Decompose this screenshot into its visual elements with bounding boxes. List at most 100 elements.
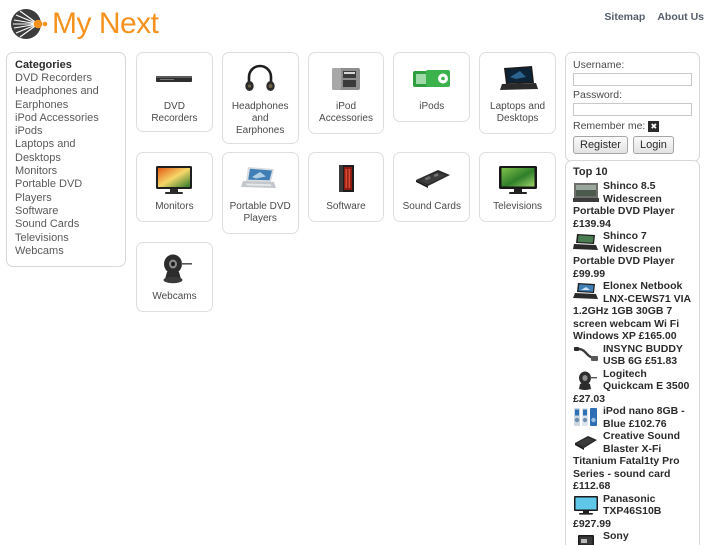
- top-10-item[interactable]: Creative Sound Blaster X-Fi Titanium Fat…: [573, 430, 692, 493]
- category-list: DVD Recorders Headphones and Earphones i…: [15, 72, 117, 258]
- top-10-title: Top 10: [573, 166, 608, 178]
- item-name: Sony KDL26S5500U: [603, 530, 674, 545]
- tile-monitors[interactable]: Monitors: [136, 152, 213, 222]
- page-header: My Next Sitemap About Us: [0, 0, 727, 46]
- item-price: £99.99: [573, 267, 606, 280]
- top-10-item[interactable]: Sony KDL26S5500U £399.00: [573, 530, 692, 545]
- item-name: Logitech Quickcam E 3500: [603, 367, 690, 393]
- tile-row: Webcams: [136, 242, 556, 312]
- tile-label: Webcams: [152, 291, 197, 302]
- tile-televisions[interactable]: Televisions: [479, 152, 556, 222]
- netbook-thumb-icon: [573, 283, 598, 299]
- item-price: £139.94: [573, 217, 611, 230]
- tile-software[interactable]: Software: [307, 152, 385, 222]
- item-price: £102.76: [628, 417, 667, 430]
- tile-webcams[interactable]: Webcams: [136, 242, 213, 312]
- sidebar-item-sound-cards[interactable]: Sound Cards: [15, 218, 117, 231]
- tile-label: Sound Cards: [402, 201, 461, 212]
- television-thumb-icon: [578, 535, 594, 545]
- ipod-nano-thumb-icon: [574, 408, 597, 426]
- tile-row: DVD Recorders Headphones and Earphones i…: [136, 52, 556, 144]
- top-10-panel: Top 10 Shinco 8.5 Widescreen Portable DV…: [565, 160, 700, 545]
- item-name: Panasonic TXP46S10B: [603, 492, 662, 518]
- top-10-item[interactable]: Shinco 8.5 Widescreen Portable DVD Playe…: [573, 180, 692, 230]
- tile-ipods[interactable]: iPods: [393, 52, 471, 122]
- top-10-item[interactable]: INSYNC BUDDY USB 6G £51.83: [573, 343, 692, 368]
- nav-link-about-us[interactable]: About Us: [657, 11, 704, 23]
- top-10-item[interactable]: Panasonic TXP46S10B £927.99: [573, 493, 692, 531]
- top-navigation: Sitemap About Us: [595, 11, 704, 23]
- sidebar-item-televisions[interactable]: Televisions: [15, 232, 117, 245]
- logo[interactable]: My Next: [8, 4, 159, 44]
- remember-me-checkbox[interactable]: ✖: [648, 120, 660, 132]
- item-price: £927.99: [573, 517, 611, 530]
- top-10-item[interactable]: Shinco 7 Widescreen Portable DVD Player …: [573, 230, 692, 280]
- dvd-recorder-icon: [151, 62, 197, 96]
- headphones-icon: [243, 62, 277, 96]
- sidebar-item-ipod-accessories[interactable]: iPod Accessories: [15, 112, 117, 125]
- sidebar-item-dvd-recorders[interactable]: DVD Recorders: [15, 72, 117, 85]
- top-10-item[interactable]: Elonex Netbook LNX-CEWS71 VIA 1.2GHz 1GB…: [573, 280, 692, 343]
- register-button[interactable]: Register: [573, 136, 628, 154]
- sidebar-title: Categories: [15, 59, 72, 71]
- top-10-item[interactable]: iPod nano 8GB - Blue £102.76: [573, 405, 692, 430]
- tile-dvd-recorders[interactable]: DVD Recorders: [136, 52, 213, 132]
- tile-label: Monitors: [155, 201, 194, 212]
- brand-name: My Next: [52, 7, 159, 40]
- starburst-logo-icon: [8, 4, 48, 44]
- portable-dvd-thumb-icon: [573, 183, 599, 202]
- webcam-thumb-icon: [579, 371, 597, 390]
- username-label: Username:: [573, 59, 625, 71]
- login-button[interactable]: Login: [632, 136, 674, 154]
- username-input[interactable]: [573, 73, 692, 86]
- tile-label: DVD Recorders: [151, 101, 198, 124]
- sidebar-item-headphones-and-earphones[interactable]: Headphones and Earphones: [15, 85, 117, 112]
- ipod-icon: [410, 62, 454, 96]
- sound-card-icon: [410, 162, 454, 196]
- remember-me-label: Remember me:: [573, 120, 646, 132]
- remember-me-row: Remember me: ✖: [573, 120, 692, 132]
- item-price: £27.03: [573, 392, 606, 405]
- tile-label: iPods: [419, 101, 445, 112]
- item-price: £51.83: [645, 355, 678, 367]
- ipod-dock-icon: [328, 62, 364, 96]
- password-input[interactable]: [573, 103, 692, 116]
- item-price: £112.68: [573, 480, 611, 492]
- tile-label: Televisions: [493, 201, 543, 212]
- sidebar-item-software[interactable]: Software: [15, 205, 117, 218]
- nav-link-sitemap[interactable]: Sitemap: [604, 11, 645, 23]
- category-tile-grid: DVD Recorders Headphones and Earphones i…: [136, 52, 556, 320]
- tile-sound-cards[interactable]: Sound Cards: [393, 152, 471, 222]
- television-icon: [496, 162, 540, 196]
- monitor-icon: [153, 162, 195, 196]
- portable-dvd-thumb-icon: [573, 234, 598, 250]
- login-buttons: Register Login: [573, 136, 692, 154]
- usb-adapter-thumb-icon: [574, 346, 598, 361]
- tile-label: iPod Accessories: [319, 101, 373, 124]
- sidebar-item-ipods[interactable]: iPods: [15, 125, 117, 138]
- sound-card-thumb-icon: [575, 436, 597, 450]
- item-price: £165.00: [638, 330, 677, 342]
- sidebar-item-portable-dvd-players[interactable]: Portable DVD Players: [15, 178, 117, 205]
- tile-headphones-and-earphones[interactable]: Headphones and Earphones: [221, 52, 299, 144]
- tile-label: Portable DVD Players: [229, 201, 291, 224]
- top-10-item[interactable]: Logitech Quickcam E 3500 £27.03: [573, 368, 692, 406]
- tile-row: Monitors Portable DVD Players Software S…: [136, 152, 556, 234]
- tile-label: Headphones and Earphones: [231, 101, 289, 136]
- tile-portable-dvd-players[interactable]: Portable DVD Players: [221, 152, 299, 234]
- portable-dvd-icon: [238, 162, 282, 196]
- software-box-icon: [331, 162, 361, 196]
- categories-sidebar: Categories DVD Recorders Headphones and …: [6, 52, 126, 268]
- sidebar-item-monitors[interactable]: Monitors: [15, 165, 117, 178]
- sidebar-item-laptops-and-desktops[interactable]: Laptops and Desktops: [15, 138, 117, 165]
- laptop-icon: [496, 62, 540, 96]
- password-label: Password:: [573, 89, 623, 101]
- tile-label: Laptops and Desktops: [490, 101, 546, 124]
- login-panel: Username: Password: Remember me: ✖ Regis…: [565, 52, 700, 162]
- television-thumb-icon: [574, 495, 598, 515]
- tile-ipod-accessories[interactable]: iPod Accessories: [307, 52, 385, 134]
- tile-label: Software: [326, 201, 366, 212]
- sidebar-item-webcams[interactable]: Webcams: [15, 245, 117, 258]
- webcam-icon: [155, 252, 195, 286]
- tile-laptops-and-desktops[interactable]: Laptops and Desktops: [479, 52, 556, 134]
